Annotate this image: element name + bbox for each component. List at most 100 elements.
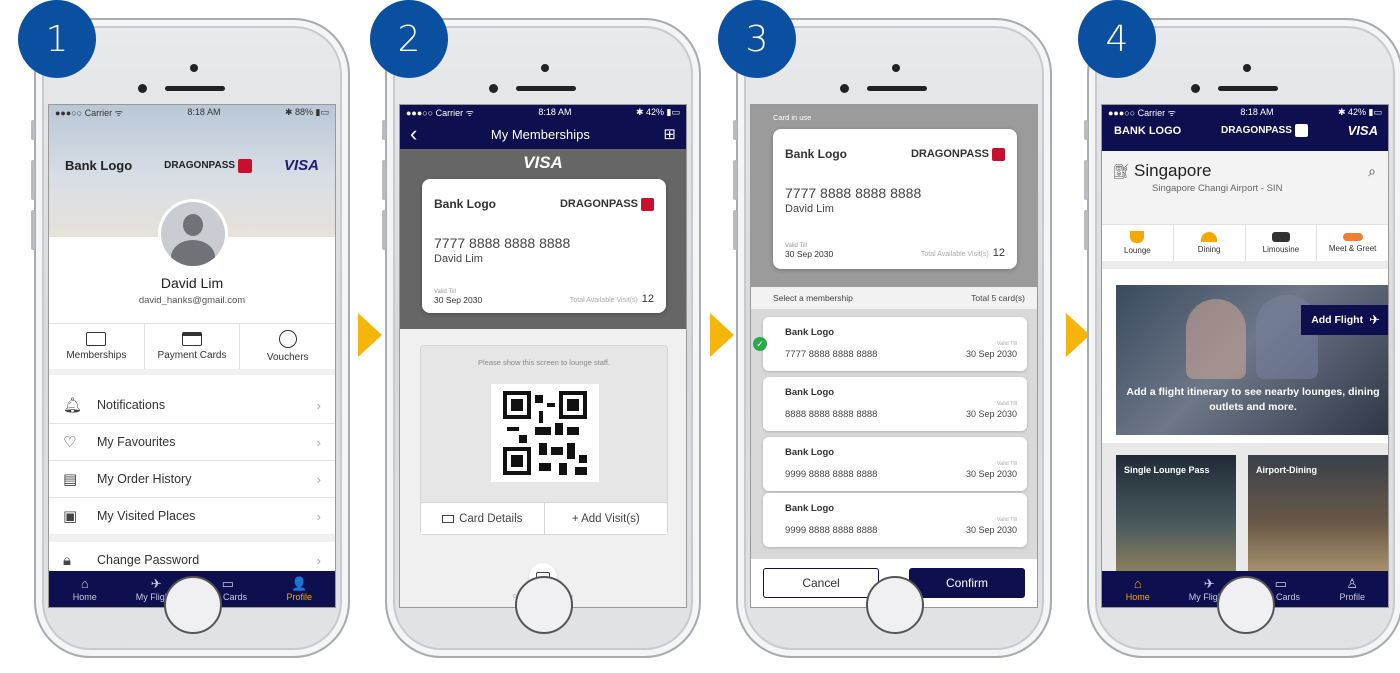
qr-panel: Please show this screen to lounge staff. <box>420 345 668 535</box>
confirm-button[interactable]: Confirm <box>909 568 1025 598</box>
back-chevron-icon[interactable]: ‹ <box>410 121 417 147</box>
membership-option[interactable]: Bank Logo 8888 8888 8888 8888 Valid Till… <box>763 377 1027 431</box>
home-icon: ⌂ <box>1133 575 1142 591</box>
valid-till: Valid Till 30 Sep 2030 <box>434 289 482 305</box>
cancel-button[interactable]: Cancel <box>763 568 879 598</box>
valid-date: 30 Sep 2030 <box>434 295 483 305</box>
home-button[interactable] <box>515 576 573 634</box>
lounge-icon <box>1130 231 1145 243</box>
tab-home[interactable]: ⌂ Home <box>49 571 121 607</box>
airport-icon: ⛽︎ <box>1112 163 1130 179</box>
menu-item-visited-places[interactable]: ▣ My Visited Places › <box>49 498 335 542</box>
instruction-text: Please show this screen to lounge staff. <box>477 358 611 367</box>
battery-label: ✱ 88% ▮▭ <box>284 106 329 117</box>
mute-switch <box>31 120 35 140</box>
select-membership-header: Select a membership Total 5 card(s) <box>751 287 1037 309</box>
menu-label: Change Password <box>97 553 200 567</box>
avatar[interactable] <box>158 199 228 269</box>
card-number: 7777 8888 8888 8888 <box>785 185 922 201</box>
brand-row: Bank Logo DRAGONPASS VISA <box>49 157 335 174</box>
add-visits-button[interactable]: + Add Visit(s) <box>545 503 668 534</box>
menu-label: My Order History <box>97 472 192 486</box>
membership-option[interactable]: Bank Logo 9999 8888 8888 8888 Valid Till… <box>763 493 1027 547</box>
promo-card[interactable]: Single Lounge Pass <box>1116 455 1236 571</box>
dragonpass-logo: DRAGONPASS <box>911 147 1005 161</box>
clock-label: 8:18 AM <box>187 107 221 117</box>
card-details-button[interactable]: Card Details <box>421 503 545 534</box>
vouchers-button[interactable]: Vouchers <box>240 324 335 369</box>
visits-value: 12 <box>641 293 654 305</box>
tab-label: Profile <box>286 591 312 602</box>
payment-cards-button[interactable]: Payment Cards <box>145 324 241 369</box>
earpiece-speaker <box>1218 86 1278 91</box>
add-flight-button[interactable]: Add Flight ✈ <box>1301 305 1388 335</box>
tab-home[interactable]: ⌂ Home <box>1102 571 1174 607</box>
tab-label: Home <box>72 591 97 602</box>
visited-icon: ▣ <box>63 508 78 525</box>
card-holder: David Lim <box>434 253 483 265</box>
clock-label: 8:18 AM <box>1240 107 1274 117</box>
front-camera <box>541 64 549 72</box>
membership-card[interactable]: Bank Logo DRAGONPASS 7777 8888 8888 8888… <box>422 179 666 313</box>
front-camera <box>1243 64 1251 72</box>
menu-item-favourites[interactable]: ♡ My Favourites › <box>49 424 335 461</box>
chevron-right-icon: › <box>316 397 321 413</box>
step-number: 3 <box>745 18 769 60</box>
menu-item-order-history[interactable]: ▤ My Order History › <box>49 461 335 498</box>
brand-row: BANK LOGO DRAGONPASS VISA <box>1102 119 1388 138</box>
search-icon[interactable]: ⌕ <box>1368 163 1376 180</box>
home-button[interactable] <box>164 576 222 634</box>
total-cards: Total 5 card(s) <box>971 293 1025 303</box>
home-icon: ⌂ <box>80 575 89 591</box>
chevron-right-icon: › <box>316 552 321 568</box>
option-valid: 30 Sep 2030 <box>965 409 1017 419</box>
add-flight-label: Add Flight <box>1311 314 1364 326</box>
add-flight-banner[interactable]: Add Flight ✈ Add a flight itinerary to se… <box>1116 285 1388 435</box>
clock-label: 8:18 AM <box>538 107 572 117</box>
card-brand-row: Bank Logo DRAGONPASS <box>422 179 666 211</box>
menu-label: My Favourites <box>97 435 176 449</box>
home-button[interactable] <box>866 576 924 634</box>
category-meet-greet[interactable]: Meet & Greet <box>1317 225 1388 261</box>
order-icon: ▤ <box>63 471 78 488</box>
memberships-button[interactable]: Memberships <box>49 324 145 369</box>
step-badge-3: 3 <box>718 0 796 78</box>
mute-switch <box>733 120 737 140</box>
city-name[interactable]: Singapore <box>1134 161 1212 181</box>
promo-card[interactable]: Airport-Dining <box>1248 455 1388 571</box>
menu-item-notifications[interactable]: 🔔︎ Notifications › <box>49 387 335 424</box>
option-valid: 30 Sep 2030 <box>965 349 1017 359</box>
profile-screen: ●●●○○ Carrier ᯤ 8:18 AM ✱ 88% ▮▭ Bank Lo… <box>48 104 336 608</box>
qr-code-icon <box>503 391 587 475</box>
home-button[interactable] <box>1217 576 1275 634</box>
qr-code <box>491 384 599 482</box>
earpiece-speaker <box>165 86 225 91</box>
dragonpass-logo: DRAGONPASS <box>560 197 654 211</box>
sensor <box>138 84 147 93</box>
category-limousine[interactable]: Limousine <box>1246 225 1318 261</box>
plane-icon: ✈ <box>150 575 162 591</box>
quick-action-label: Payment Cards <box>157 350 227 361</box>
card-panel: VISA Bank Logo DRAGONPASS 7777 8888 8888… <box>400 149 686 329</box>
page-title: My Memberships <box>490 126 590 142</box>
volume-up-button <box>733 160 737 200</box>
category-dining[interactable]: Dining <box>1174 225 1246 261</box>
brand-header: ●●●○○ Carrier ᯤ 8:18 AM ✱ 42% ▮▭ BANK LO… <box>1102 105 1388 151</box>
tab-profile[interactable]: ♙ Profile <box>1317 571 1389 607</box>
card-brand-row: Bank Logo DRAGONPASS <box>773 129 1017 161</box>
card-icon <box>182 332 202 346</box>
membership-option[interactable]: ✓ Bank Logo 7777 8888 8888 8888 Valid Ti… <box>753 317 1027 371</box>
quick-action-label: Memberships <box>66 350 127 361</box>
option-number: 8888 8888 8888 8888 <box>785 409 878 420</box>
tab-profile[interactable]: 👤 Profile <box>264 571 336 607</box>
status-bar: ●●●○○ Carrier ᯤ 8:18 AM ✱ 88% ▮▭ <box>49 105 335 119</box>
dragonpass-seal-icon <box>1294 124 1308 137</box>
add-membership-icon[interactable]: ⊞ <box>663 125 676 143</box>
step-number: 4 <box>1105 18 1129 60</box>
category-lounge[interactable]: Lounge <box>1102 225 1174 261</box>
visits-value: 12 <box>992 247 1005 259</box>
membership-option[interactable]: Bank Logo 9999 8888 8888 8888 Valid Till… <box>763 437 1027 491</box>
dragonpass-seal-icon <box>641 197 654 211</box>
volume-down-button <box>1084 210 1088 250</box>
membership-icon <box>86 332 107 346</box>
